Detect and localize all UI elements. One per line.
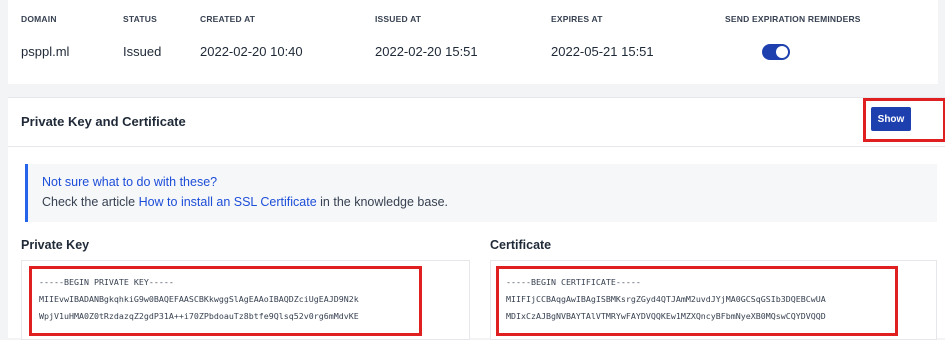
column-header-created-at: CREATED AT <box>200 14 256 24</box>
info-text: Check the article How to install an SSL … <box>42 195 448 209</box>
info-title: Not sure what to do with these? <box>42 175 218 189</box>
column-header-issued-at: ISSUED AT <box>375 14 422 24</box>
column-header-expires-at: EXPIRES AT <box>551 14 603 24</box>
certificate-line: MDIxCzAJBgNVBAYTAlVTMRYwFAYDVQQKEw1MZXQn… <box>506 311 826 321</box>
certificate-table: DOMAIN STATUS CREATED AT ISSUED AT EXPIR… <box>8 0 938 84</box>
info-text-before: Check the article <box>42 195 139 209</box>
column-header-status: STATUS <box>123 14 157 24</box>
ssl-install-article-link[interactable]: How to install an SSL Certificate <box>139 195 317 209</box>
section-title: Private Key and Certificate <box>21 114 186 129</box>
issued-at-cell: 2022-02-20 15:51 <box>375 44 478 59</box>
private-key-card: Private Key and Certificate Show Not sur… <box>8 97 945 340</box>
private-key-line: -----BEGIN PRIVATE KEY----- <box>39 277 174 287</box>
expires-at-cell: 2022-05-21 15:51 <box>551 44 654 59</box>
expiration-reminders-toggle[interactable] <box>762 44 790 60</box>
toggle-knob <box>776 46 788 58</box>
column-header-domain: DOMAIN <box>21 14 57 24</box>
info-text-after: in the knowledge base. <box>316 195 449 209</box>
private-key-line: MIIEvwIBADANBgkqhkiG9w0BAQEFAASCBKkwggSl… <box>39 294 359 304</box>
certificate-label: Certificate <box>490 238 552 252</box>
show-button[interactable]: Show <box>871 107 911 131</box>
created-at-cell: 2022-02-20 10:40 <box>200 44 303 59</box>
column-header-reminders: SEND EXPIRATION REMINDERS <box>725 14 861 24</box>
status-cell: Issued <box>123 44 162 59</box>
private-key-line: WpjV1uHMA0Z0tRzdazqZ2gdP31A++i70ZPbdoauT… <box>39 311 359 321</box>
section-divider <box>8 146 945 147</box>
domain-cell: psppl.ml <box>21 44 70 59</box>
private-key-label: Private Key <box>21 238 90 252</box>
certificate-line: -----BEGIN CERTIFICATE----- <box>506 277 641 287</box>
certificate-line: MIIFIjCCBAqgAwIBAgISBMKsrgZGyd4QTJAmM2uv… <box>506 294 826 304</box>
info-callout: Not sure what to do with these? Check th… <box>25 164 937 222</box>
